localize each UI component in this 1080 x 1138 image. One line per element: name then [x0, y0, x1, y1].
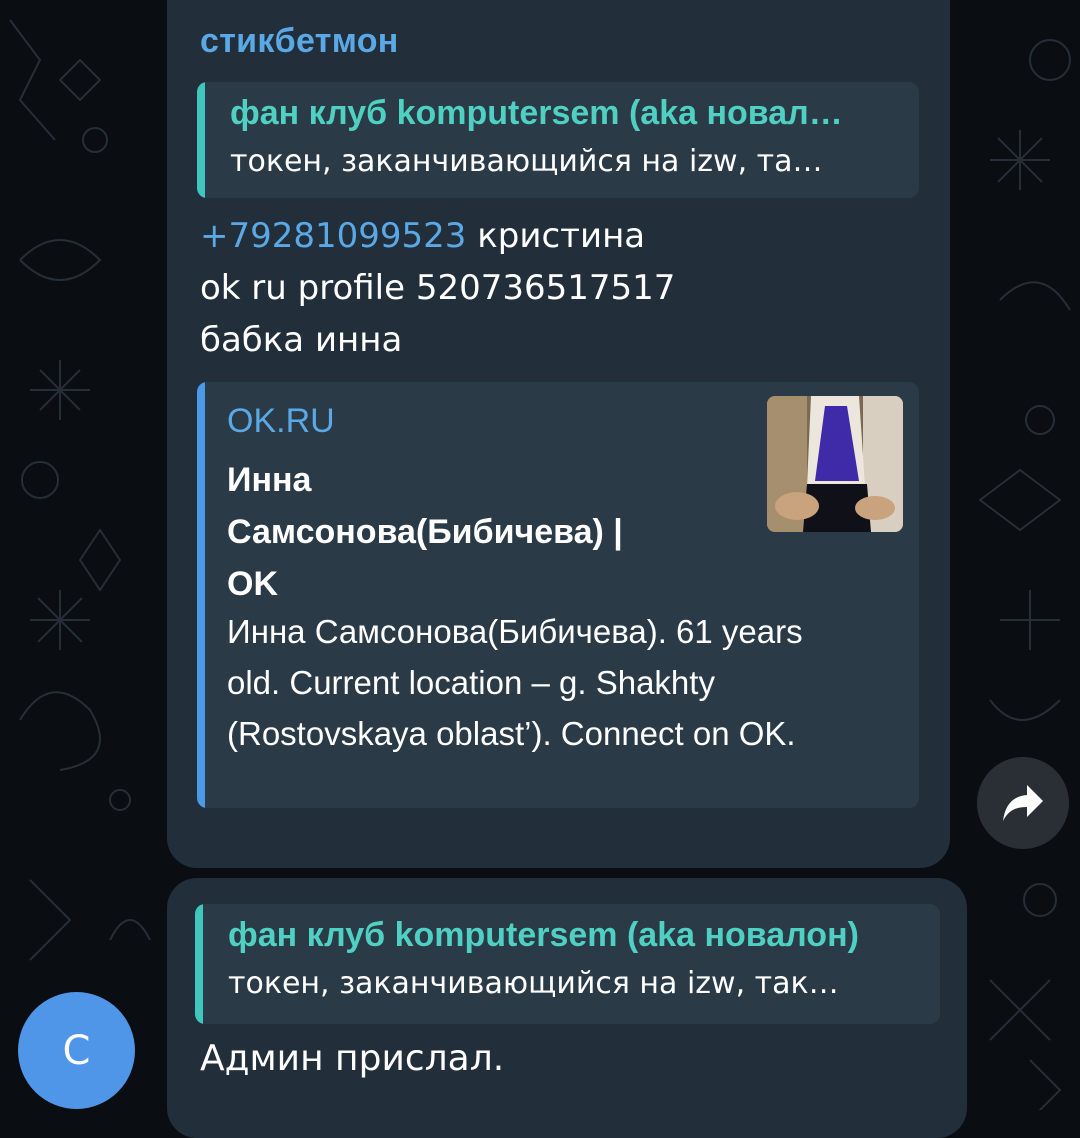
avatar[interactable]: С: [18, 992, 135, 1109]
reply-accent-bar: [197, 82, 205, 198]
link-preview[interactable]: OK.RU Инна Самсонова(Бибичева) | OK Инна…: [197, 382, 919, 808]
profile-photo-thumbnail[interactable]: [767, 396, 903, 532]
reply-title: фан клуб komputersem (aka новал…: [230, 94, 843, 132]
message-bubble-2[interactable]: фан клуб komputersem (aka новалон) токен…: [167, 878, 967, 1138]
reply-quote-2[interactable]: фан клуб komputersem (aka новалон) токен…: [195, 904, 940, 1024]
phone-link[interactable]: +79281099523: [200, 216, 466, 256]
preview-site-name: OK.RU: [227, 402, 335, 440]
message-text: Админ прислал.: [200, 1038, 505, 1079]
share-button[interactable]: [977, 757, 1069, 849]
message-line-3: бабка инна: [200, 320, 403, 360]
message-line-1: +79281099523 кристина: [200, 210, 645, 262]
message-line-2: ok ru profile 520736517517: [200, 268, 676, 308]
reply-quote-1[interactable]: фан клуб komputersem (aka новал… токен, …: [197, 82, 919, 198]
sender-name[interactable]: стикбетмон: [200, 22, 399, 61]
preview-description: Инна Самсонова(Бибичева). 61 years old. …: [227, 613, 803, 752]
share-arrow-icon: [1003, 785, 1043, 821]
reply-text: токен, заканчивающийся на izw, та…: [230, 144, 823, 179]
profile-photo-icon: [767, 396, 903, 532]
reply-accent-bar: [195, 904, 203, 1024]
reply-title: фан клуб komputersem (aka новалон): [228, 916, 859, 954]
preview-title: Инна Самсонова(Бибичева) | OK: [227, 461, 623, 603]
reply-text: токен, заканчивающийся на izw, так…: [228, 966, 839, 1001]
message-bubble-1[interactable]: стикбетмон фан клуб komputersem (aka нов…: [167, 0, 950, 868]
phone-suffix: кристина: [466, 216, 646, 256]
preview-accent-bar: [197, 382, 205, 808]
